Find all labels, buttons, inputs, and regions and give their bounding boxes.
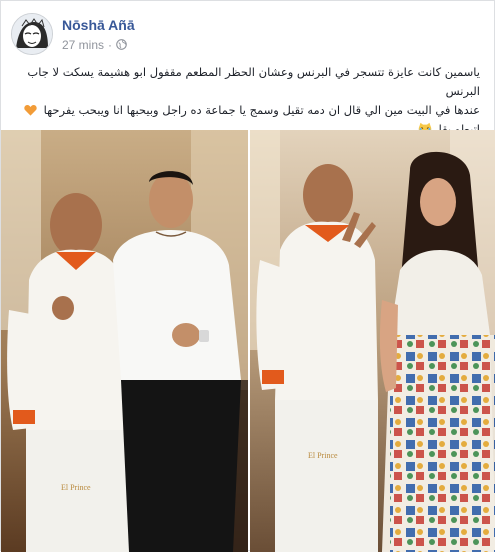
post-text-line-2-wrap: عندها في البيت مين الي قال ان دمه تقيل و… bbox=[18, 101, 480, 120]
post-header: Nōshā Añā 27 mins · bbox=[11, 11, 135, 57]
post-timestamp[interactable]: 27 mins bbox=[62, 37, 104, 53]
post-text-line-2: عندها في البيت مين الي قال ان دمه تقيل و… bbox=[43, 103, 480, 117]
avatar-image bbox=[12, 14, 52, 54]
photo-right[interactable]: El Prince bbox=[250, 130, 495, 552]
separator-dot: · bbox=[108, 37, 113, 52]
globe-icon[interactable] bbox=[116, 39, 127, 50]
author-name[interactable]: Nōshā Añā bbox=[62, 16, 135, 34]
chef-badge-right: El Prince bbox=[308, 451, 338, 460]
photo-chef-and-woman: El Prince bbox=[250, 130, 495, 552]
facebook-post: Nōshā Añā 27 mins · ياسمين كانت عايزة تت… bbox=[0, 0, 495, 552]
photo-grid: El Prince El Prince bbox=[1, 130, 495, 552]
post-text-line-1: ياسمين كانت عايزة تتسجر في البرنس وعشان … bbox=[27, 65, 480, 98]
post-text: ياسمين كانت عايزة تتسجر في البرنس وعشان … bbox=[18, 63, 480, 139]
photo-chef-and-man: El Prince bbox=[1, 130, 248, 552]
avatar[interactable] bbox=[11, 13, 53, 55]
orange-heart-icon bbox=[24, 104, 37, 116]
photo-left[interactable]: El Prince bbox=[1, 130, 248, 552]
chef-badge-left: El Prince bbox=[61, 483, 91, 492]
